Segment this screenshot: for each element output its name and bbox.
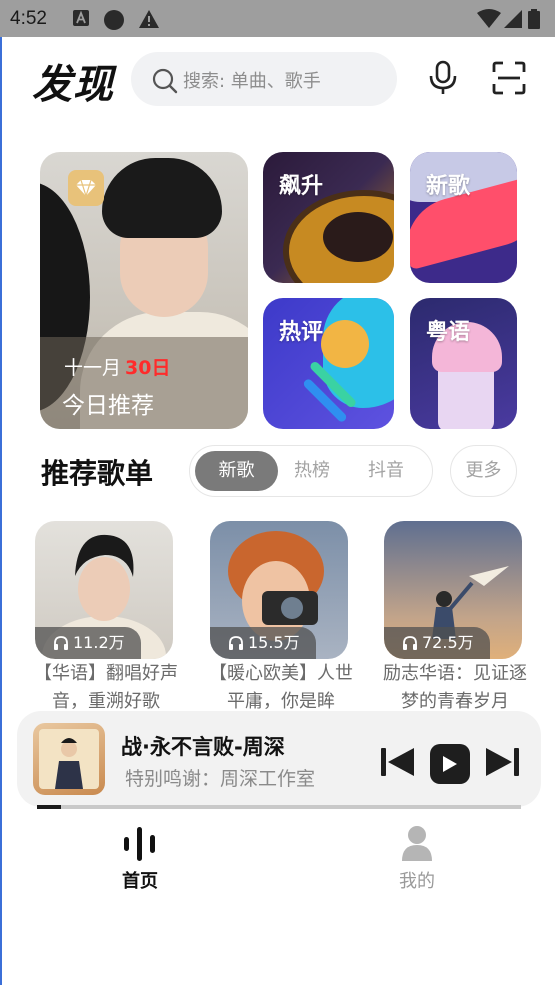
playback-progress-fill [37, 805, 62, 809]
cover-artist-hair [102, 158, 222, 238]
daily-recommend-card[interactable]: 十一月 30日 今日推荐 [40, 152, 248, 429]
recommend-date: 十一月 30日 [64, 353, 170, 380]
now-playing-title: 战·永不言败-周深 [121, 735, 285, 759]
playlist-card[interactable]: 11.2万 【华语】翻唱好声音，重溯好歌 [34, 521, 178, 712]
notification-a-icon [72, 9, 90, 31]
recommend-month: 十一月 [64, 357, 122, 379]
page-title: 发现 [32, 62, 114, 108]
playlist-title: 励志华语：见证逐梦的青春岁月 [383, 663, 527, 712]
diamond-badge-icon [68, 170, 104, 206]
microphone-icon[interactable] [428, 60, 458, 100]
turntable-center [323, 212, 393, 262]
tile-rising[interactable]: 飙升 [263, 152, 394, 283]
nav-home[interactable]: 首页 [95, 825, 185, 893]
recommend-day: 30日 [125, 357, 171, 379]
status-time: 4:52 [10, 8, 47, 29]
playlist-card[interactable]: 72.5万 励志华语：见证逐梦的青春岁月 [383, 521, 527, 712]
signal-icon [503, 9, 523, 33]
now-playing-subtitle: 特别鸣谢：周深工作室 [125, 768, 316, 790]
playlist-title: 【华语】翻唱好声音，重溯好歌 [34, 663, 178, 712]
skip-previous-icon [381, 748, 414, 776]
headphones-icon [403, 636, 417, 650]
tab-hot-chart[interactable]: 热榜 [278, 451, 346, 491]
previous-track-button[interactable] [381, 747, 415, 781]
playlist-tabs: 新歌 热榜 抖音 [189, 445, 433, 497]
playlist-cover: 11.2万 [35, 521, 173, 659]
next-track-button[interactable] [485, 747, 519, 781]
search-placeholder: 搜索: 单曲、歌手 [183, 71, 321, 92]
battery-icon [528, 9, 540, 33]
nav-mine[interactable]: 我的 [372, 825, 462, 893]
search-icon [152, 68, 178, 98]
playlist-cover: 72.5万 [384, 521, 522, 659]
headphones-icon [54, 636, 68, 650]
circle-status-icon [103, 9, 125, 35]
search-bar[interactable]: 搜索: 单曲、歌手 [131, 52, 397, 106]
play-count: 15.5万 [210, 627, 316, 659]
nav-mine-label: 我的 [399, 871, 435, 892]
tab-douyin[interactable]: 抖音 [350, 451, 422, 491]
skip-next-icon [486, 748, 519, 776]
tile-hot-comments-label: 热评 [279, 320, 324, 345]
wifi-icon [477, 9, 501, 33]
recommend-label: 今日推荐 [62, 393, 154, 419]
playlist-title: 【暖心欧美】人世平庸，你是眸 [209, 663, 353, 712]
warning-icon [138, 9, 160, 33]
playlist-cover: 15.5万 [210, 521, 348, 659]
play-count-value: 15.5万 [248, 633, 300, 652]
tile-cantonese[interactable]: 粤语 [410, 298, 517, 429]
status-bar: 4:52 [0, 0, 555, 37]
soundwave-icon [124, 827, 155, 861]
section-title: 推荐歌单 [41, 457, 154, 490]
tile-new-songs-label: 新歌 [426, 174, 471, 199]
album-art [39, 729, 99, 789]
playlist-card[interactable]: 15.5万 【暖心欧美】人世平庸，你是眸 [209, 521, 353, 712]
play-count-value: 72.5万 [422, 633, 474, 652]
left-edge-line [0, 37, 2, 985]
nav-home-label: 首页 [122, 871, 158, 892]
tab-new-songs[interactable]: 新歌 [195, 451, 278, 491]
scan-icon[interactable] [492, 61, 526, 99]
headphones-icon [229, 636, 243, 650]
play-count: 72.5万 [384, 627, 490, 659]
playback-progress-bar[interactable] [37, 805, 521, 809]
now-playing-cover [33, 723, 105, 795]
tile-rising-label: 飙升 [279, 174, 324, 199]
tile-cantonese-label: 粤语 [426, 320, 471, 345]
user-icon [402, 826, 432, 861]
play-count: 11.2万 [35, 627, 141, 659]
sun-graphic [321, 320, 369, 368]
more-button[interactable]: 更多 [450, 445, 517, 497]
play-button[interactable] [430, 744, 470, 784]
tile-hot-comments[interactable]: 热评 [263, 298, 394, 429]
play-icon [443, 756, 457, 772]
tile-new-songs[interactable]: 新歌 [410, 152, 517, 283]
mini-player[interactable]: 战·永不言败-周深 特别鸣谢：周深工作室 [17, 711, 541, 807]
play-count-value: 11.2万 [73, 633, 125, 652]
